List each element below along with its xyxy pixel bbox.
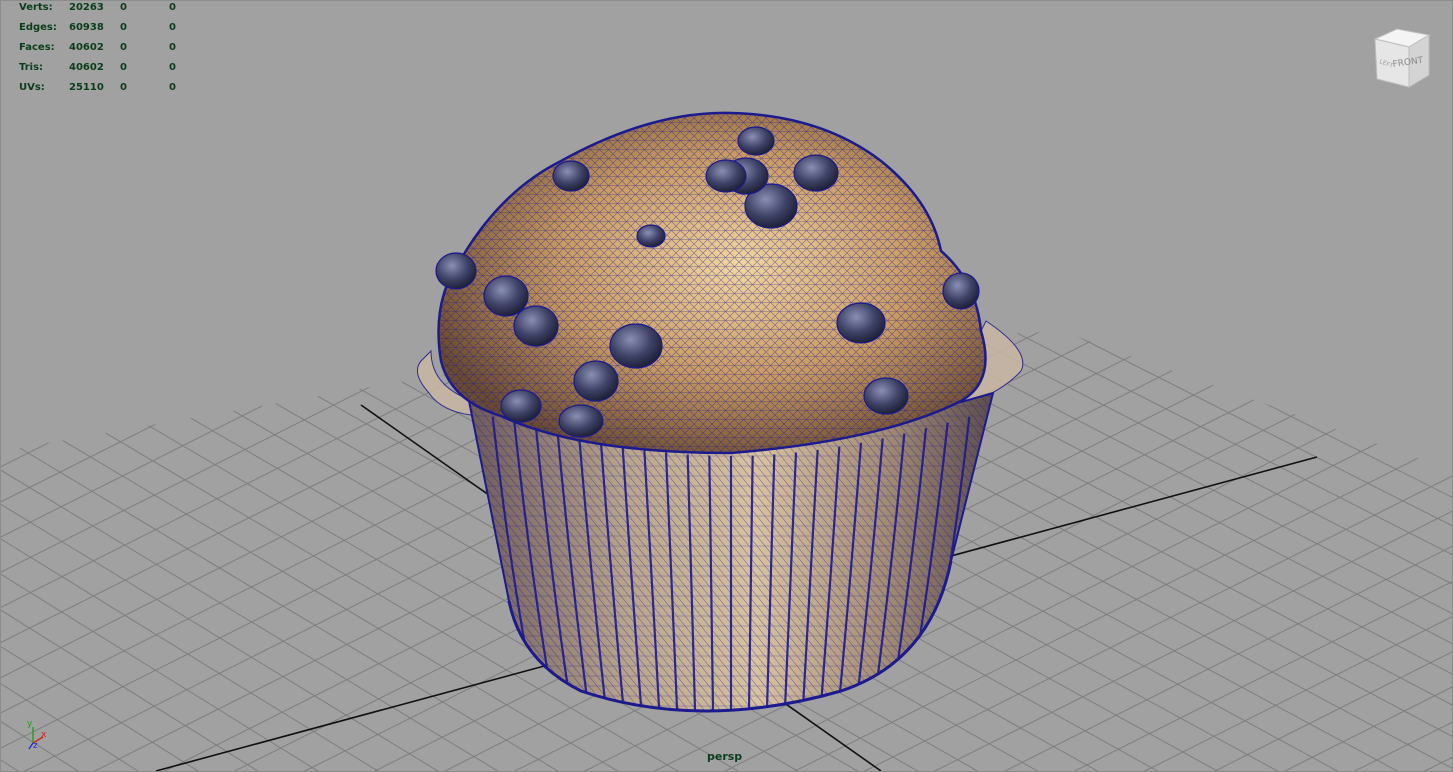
hud-v1: 60938	[69, 22, 104, 33]
axis-gizmo: y x z	[27, 719, 47, 751]
hud-v2: 0	[120, 42, 127, 53]
hud-v3: 0	[169, 22, 176, 33]
hud-label: Tris:	[19, 62, 44, 73]
hud-v3: 0	[169, 2, 176, 13]
hud-v3: 0	[169, 42, 176, 53]
hud-label: Faces:	[19, 42, 55, 53]
hud-v2: 0	[120, 62, 127, 73]
hud-v1: 40602	[69, 42, 104, 53]
hud-label: Edges:	[19, 22, 57, 33]
perspective-viewport[interactable]: Verts: 20263 0 0 Edges: 60938 0 0 Faces: 40602 0 0 T…	[0, 0, 1453, 772]
camera-name-label: persp	[707, 750, 743, 763]
hud-v2: 0	[120, 2, 127, 13]
scene-canvas[interactable]	[1, 1, 1453, 772]
hud-v2: 0	[120, 22, 127, 33]
hud-v1: 25110	[69, 82, 104, 93]
z-axis-label: z	[33, 741, 38, 751]
x-axis-label: x	[41, 730, 47, 740]
hud-v1: 20263	[69, 2, 104, 13]
hud-label: Verts:	[19, 2, 53, 13]
y-axis-label: y	[27, 719, 33, 729]
hud-v2: 0	[120, 82, 127, 93]
hud-label: UVs:	[19, 82, 45, 93]
viewcube[interactable]: FRONT LEFT	[1369, 25, 1435, 91]
hud-v3: 0	[169, 82, 176, 93]
hud-v3: 0	[169, 62, 176, 73]
cube-icon[interactable]: FRONT LEFT	[1369, 25, 1435, 91]
hud-v1: 40602	[69, 62, 104, 73]
muffin-top	[435, 111, 987, 455]
